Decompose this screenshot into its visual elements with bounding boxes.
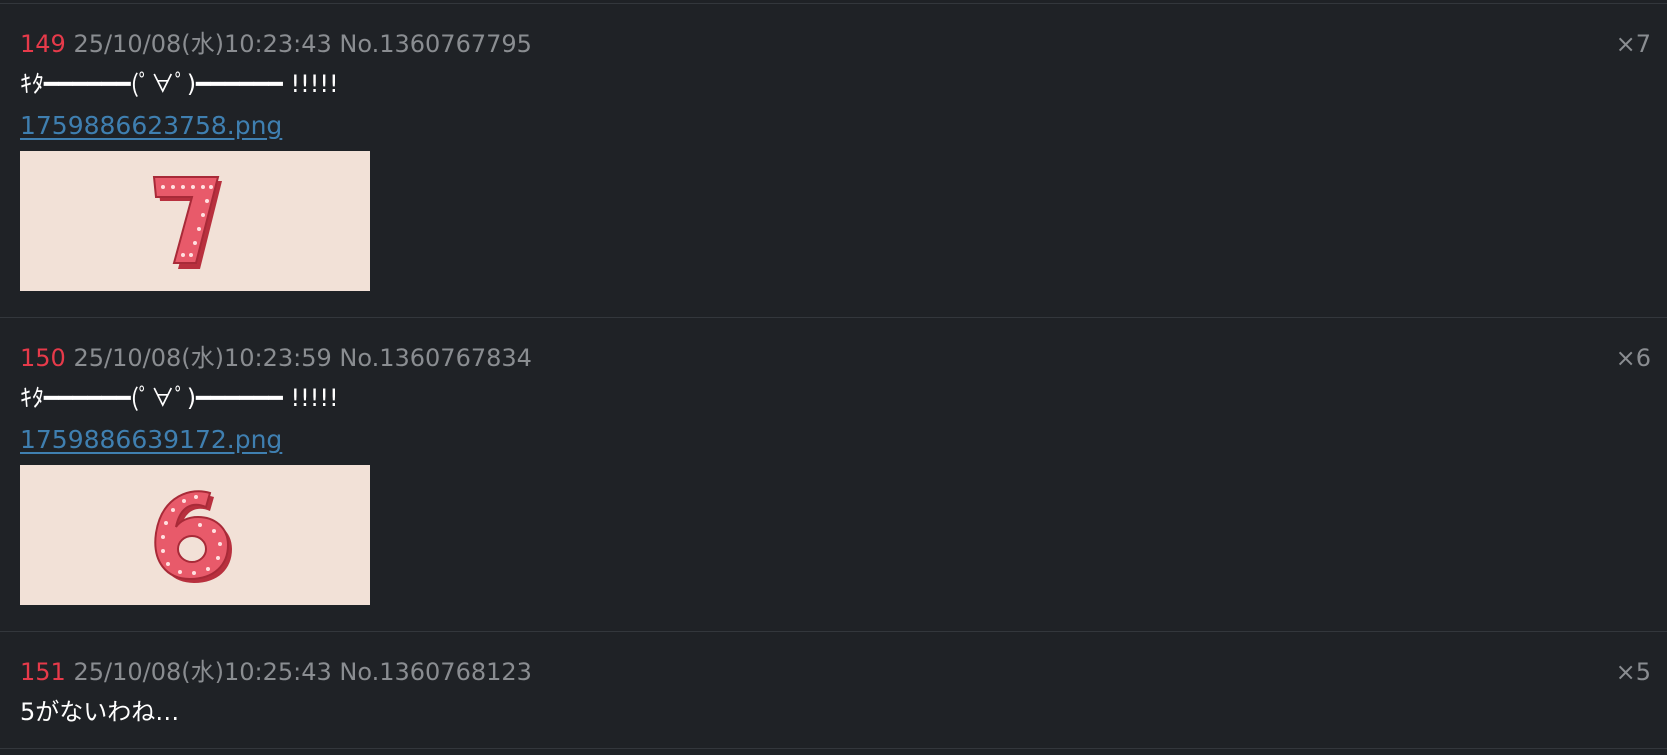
- post-header: 149 25/10/08(水)10:23:43 No.1360767795: [20, 28, 1647, 60]
- attachment-thumbnail[interactable]: [20, 465, 370, 605]
- attachment-link[interactable]: 1759886623758.png: [20, 110, 282, 142]
- post-header: 150 25/10/08(水)10:23:59 No.1360767834: [20, 342, 1647, 374]
- post-number[interactable]: 149: [20, 30, 66, 58]
- reply-count[interactable]: ×7: [1616, 28, 1651, 60]
- post-body: ｷﾀ━━━━━━(ﾟ∀ﾟ)━━━━━━ !!!!!: [20, 70, 339, 98]
- post-number[interactable]: 151: [20, 658, 66, 686]
- post-item: 151 25/10/08(水)10:25:43 No.1360768123 ×5…: [0, 632, 1667, 749]
- digit-seven-image: [152, 176, 222, 269]
- post-meta: 25/10/08(水)10:25:43 No.1360768123: [73, 658, 532, 686]
- post-body: 5がないわね…: [20, 698, 180, 726]
- post-header: 151 25/10/08(水)10:25:43 No.1360768123: [20, 656, 1647, 688]
- attachment-link[interactable]: 1759886639172.png: [20, 424, 282, 456]
- digit-six-image: [154, 490, 232, 583]
- reply-count[interactable]: ×6: [1616, 342, 1651, 374]
- reply-count[interactable]: ×5: [1616, 656, 1651, 688]
- post-body: ｷﾀ━━━━━━(ﾟ∀ﾟ)━━━━━━ !!!!!: [20, 384, 339, 412]
- post-meta: 25/10/08(水)10:23:59 No.1360767834: [73, 344, 532, 372]
- post-item: 150 25/10/08(水)10:23:59 No.1360767834 ×6…: [0, 318, 1667, 632]
- post-meta: 25/10/08(水)10:23:43 No.1360767795: [73, 30, 532, 58]
- attachment-thumbnail[interactable]: [20, 151, 370, 291]
- post-item: 149 25/10/08(水)10:23:43 No.1360767795 ×7…: [0, 4, 1667, 318]
- post-number[interactable]: 150: [20, 344, 66, 372]
